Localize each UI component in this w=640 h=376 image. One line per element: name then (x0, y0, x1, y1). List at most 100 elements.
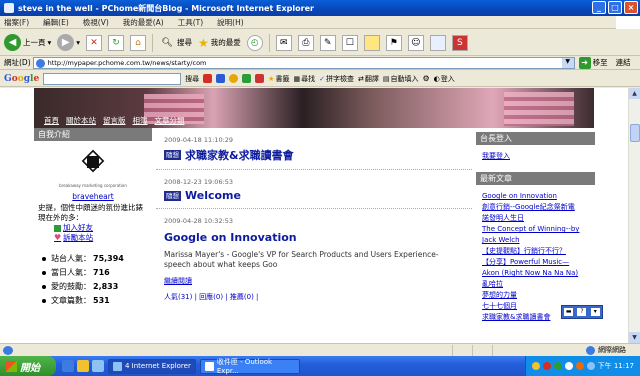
forward-button[interactable]: ▶ ▾ (57, 34, 80, 51)
scroll-thumb[interactable] (630, 124, 640, 142)
nav-home[interactable]: 首頁 (44, 115, 59, 126)
google-search-input[interactable] (43, 72, 182, 85)
recent-post-link[interactable]: Jack Welch (476, 235, 595, 246)
translate-button[interactable]: ⇄ 翻譯 (358, 74, 379, 84)
start-button[interactable]: 開始 (0, 356, 56, 376)
nav-album[interactable]: 相簿 (133, 115, 148, 126)
follow-link[interactable]: ♥ 訴勵本站 (34, 233, 152, 243)
find-button[interactable]: ▦ 尋找 (293, 74, 315, 84)
recent-post-link[interactable]: 【分享】Powerful Music— (476, 257, 595, 268)
scroll-up-arrow-icon[interactable]: ▲ (629, 88, 640, 99)
desktop-quicklaunch-icon[interactable] (92, 360, 104, 372)
messenger-icon[interactable]: ☺ (407, 34, 424, 51)
tray-icon[interactable] (575, 362, 584, 370)
recent-post-link[interactable]: 亂哈拉 (476, 279, 595, 290)
url-field[interactable]: http://mypaper.pchome.com.tw/news/starty… (32, 56, 575, 69)
follow-label: 訴勵本站 (63, 233, 94, 242)
minimize-button[interactable]: _ (592, 1, 606, 14)
blog-nav: 首頁 關於本站 留言版 相簿 文章分類 (44, 115, 185, 126)
nav-categories[interactable]: 文章分類 (155, 115, 185, 126)
menu-file[interactable]: 檔案(F) (4, 17, 29, 28)
recent-post-link[interactable]: 夢想的力量 (476, 290, 595, 301)
post-title[interactable]: Welcome (185, 189, 241, 202)
spellcheck-button[interactable]: ✓ 拼字檢查 (319, 74, 354, 84)
search-button[interactable]: 🔍︎ 搜尋 (159, 35, 192, 51)
tool-icon[interactable]: S (451, 34, 468, 51)
volume-icon[interactable] (586, 362, 595, 370)
go-button[interactable]: ➜ 移至 (578, 56, 608, 69)
tray-icon[interactable] (531, 362, 540, 370)
history-icon[interactable]: ◴ (246, 34, 263, 51)
post-tag[interactable]: 隨想 (164, 150, 181, 160)
note-icon[interactable] (363, 34, 380, 51)
star-icon: ★ (198, 35, 209, 50)
menu-help[interactable]: 說明(H) (217, 17, 244, 28)
mail-icon[interactable]: ✉ (275, 34, 292, 51)
recent-post-link[interactable]: Google on Innovation (476, 191, 595, 202)
recent-post-link[interactable]: 創意行銷--Google紀念祭新電 (476, 202, 595, 213)
tool-icon[interactable] (429, 34, 446, 51)
options-icon[interactable]: ▾ (590, 308, 600, 316)
recent-post-link[interactable]: 【史提觀點】行銷行不行？ (476, 246, 595, 257)
menu-view[interactable]: 檢視(V) (83, 17, 109, 28)
links-button[interactable]: 連結 (616, 57, 631, 68)
maximize-button[interactable]: □ (608, 1, 622, 14)
post-item: 2009-04-28 10:32:53 Google on Innovation… (156, 209, 472, 308)
ie-quicklaunch-icon[interactable] (62, 360, 74, 372)
close-button[interactable]: × (624, 1, 638, 14)
clock[interactable]: 下午 11:17 (598, 361, 634, 371)
minimize-icon[interactable]: ▬ (564, 308, 574, 316)
chevron-down-icon[interactable]: ▾ (76, 38, 80, 47)
chevron-down-icon[interactable]: ▼ (561, 57, 574, 68)
scroll-down-arrow-icon[interactable]: ▼ (629, 332, 640, 343)
tray-icon[interactable] (564, 362, 573, 370)
chevron-down-icon[interactable]: ▾ (48, 38, 52, 47)
profile-username[interactable]: braveheart (34, 192, 152, 201)
post-title[interactable]: Google on Innovation (164, 231, 297, 244)
post-meta[interactable]: 人氣(31) | 回應(0) | 推薦(0) | (164, 292, 472, 302)
taskbar-outlook[interactable]: 收件匣 - Outlook Expr... (200, 358, 300, 375)
post-title[interactable]: 求職家教&求職讀書會 (185, 147, 294, 163)
sidewiki-icon[interactable] (229, 74, 239, 83)
explorer-quicklaunch-icon[interactable] (77, 360, 89, 372)
globe-icon (586, 345, 595, 355)
print-icon[interactable]: ⎙ (297, 34, 314, 51)
favorites-button[interactable]: ★ 我的最愛 (198, 36, 241, 50)
home-icon[interactable]: ⌂ (130, 34, 147, 51)
nav-guestbook[interactable]: 留言版 (103, 115, 126, 126)
popup-blocker-icon[interactable] (255, 74, 265, 83)
language-bar-widget[interactable]: ▬ ? ▾ (561, 305, 603, 319)
signin-button[interactable]: ◐ 登入 (434, 74, 455, 84)
read-more-link[interactable]: 繼續閱讀 (164, 276, 192, 286)
gmail-icon[interactable] (203, 74, 213, 83)
login-link[interactable]: 我要登入 (476, 151, 595, 162)
menu-tools[interactable]: 工具(T) (178, 17, 203, 28)
page-icon (35, 58, 45, 68)
google-search-button[interactable]: 搜尋 (185, 74, 199, 84)
add-friend-link[interactable]: 加入好友 (34, 223, 152, 233)
settings-icon[interactable]: ⚙ (422, 74, 429, 83)
recent-post-link[interactable]: The Concept of Winning--by (476, 224, 595, 235)
edit-icon[interactable]: ✎ (319, 34, 336, 51)
autofill-button[interactable]: ▤ 自動填入 (383, 74, 419, 84)
stop-icon[interactable]: ✕ (86, 34, 103, 51)
vertical-scrollbar[interactable]: ▲ ▼ (628, 88, 640, 343)
refresh-icon[interactable]: ↻ (108, 34, 125, 51)
research-icon[interactable]: ⚑ (385, 34, 402, 51)
gmail-m-icon[interactable] (216, 74, 226, 83)
back-button[interactable]: ◀ 上一頁 ▾ (4, 34, 51, 51)
nav-about[interactable]: 關於本站 (66, 115, 96, 126)
menu-favorites[interactable]: 我的最愛(A) (123, 17, 164, 28)
taskbar-ie-group[interactable]: 4 Internet Explorer (108, 358, 196, 374)
menu-edit[interactable]: 編輯(E) (43, 17, 69, 28)
discuss-icon[interactable]: ☐ (341, 34, 358, 51)
help-icon[interactable]: ? (577, 308, 587, 316)
recent-post-link[interactable]: Akon (Right Now Na Na Na) (476, 268, 595, 279)
tray-icon[interactable] (553, 362, 562, 370)
plus-icon[interactable] (242, 74, 252, 83)
recent-post-link[interactable]: 諾發明人生日 (476, 213, 595, 224)
post-tag[interactable]: 隨想 (164, 190, 181, 201)
bookmarks-button[interactable]: ★ 書籤 (268, 74, 289, 84)
favorites-label: 我的最愛 (210, 38, 241, 47)
tray-icon[interactable] (542, 362, 551, 370)
